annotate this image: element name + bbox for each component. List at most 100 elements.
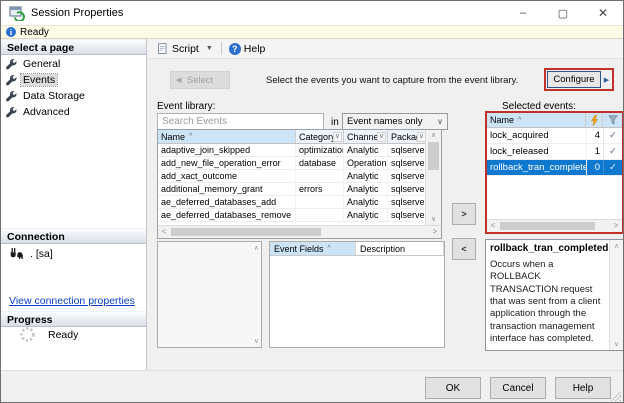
channel-cell: Operational (344, 157, 388, 169)
channel-cell: Analytic (344, 209, 388, 221)
description-body: Occurs when a ROLLBACK TRANSACTION reque… (490, 259, 606, 345)
column-header-package[interactable]: Package ∨ (388, 130, 427, 143)
scroll-up-icon[interactable]: ∧ (254, 244, 259, 252)
scrollbar-thumb[interactable] (428, 142, 439, 170)
package-cell: sqlserver (388, 209, 427, 221)
description-title: rollback_tran_completed (490, 243, 606, 254)
help-button[interactable]: ? Help (226, 42, 269, 56)
search-events-input[interactable] (157, 113, 324, 130)
view-connection-properties-link[interactable]: View connection properties (9, 295, 135, 307)
sidebar: Select a page General Events Data Storag… (1, 39, 147, 370)
configure-button[interactable]: Configure (547, 71, 601, 88)
selected-event-row[interactable]: lock_acquired 4 ✓ (487, 128, 622, 144)
scroll-right-icon[interactable]: > (610, 220, 622, 232)
search-scope-dropdown[interactable]: Event names only ∨ (342, 113, 448, 130)
channel-cell: Analytic (344, 183, 388, 195)
back-arrow-icon: ◀ (176, 76, 181, 84)
sidebar-item-label: Advanced (21, 106, 72, 118)
toolbar: Script ▼ ? Help (148, 39, 624, 59)
configure-highlight-box: Configure ▶ (544, 68, 614, 91)
table-row[interactable]: ae_deferred_databases_remove Analytic sq… (158, 209, 427, 222)
minimize-icon: – (520, 7, 526, 19)
column-header-event-fields[interactable]: Event Fields ^ (270, 242, 356, 255)
column-header-filter[interactable] (603, 113, 622, 127)
page-list: General Events Data Storage Advanced (1, 56, 146, 120)
event-library-label: Event library: (157, 101, 215, 112)
table-row[interactable]: adaptive_join_skipped optimization Analy… (158, 144, 427, 157)
window-title: Session Properties (31, 7, 123, 19)
maximize-icon: ▢ (558, 7, 568, 20)
progress-status: Ready (19, 326, 78, 343)
select-button-disabled[interactable]: ◀ Select (170, 71, 230, 89)
table-row[interactable]: additional_memory_grant errors Analytic … (158, 183, 427, 196)
column-header-category[interactable]: Category ∨ (296, 130, 344, 143)
horizontal-scrollbar[interactable]: < > (487, 219, 622, 232)
selected-events-grid-highlight: Name ^ lock_acquired 4 ✓ lock_released 1… (485, 111, 624, 234)
close-icon: ✕ (598, 6, 608, 20)
cancel-button[interactable]: Cancel (490, 377, 546, 399)
ok-button[interactable]: OK (425, 377, 481, 399)
title-bar: Session Properties – ▢ ✕ (1, 1, 623, 25)
status-bar: i Ready (1, 25, 623, 39)
event-name-cell: add_new_file_operation_error (158, 157, 296, 169)
toolbar-separator (221, 42, 222, 55)
script-dropdown-icon[interactable]: ▼ (202, 45, 217, 52)
scroll-right-icon[interactable]: > (429, 226, 441, 238)
dialog-footer: OK Cancel Help (1, 370, 623, 403)
column-label: Channel (347, 132, 381, 142)
sidebar-item-events[interactable]: Events (1, 72, 146, 88)
scroll-left-icon[interactable]: < (487, 220, 499, 232)
status-text: Ready (20, 27, 49, 38)
sidebar-item-data-storage[interactable]: Data Storage (1, 88, 146, 104)
scroll-down-icon[interactable]: ∨ (254, 337, 259, 345)
horizontal-scrollbar[interactable]: < > (158, 225, 441, 238)
progress-text: Ready (48, 329, 78, 341)
select-a-page-header: Select a page (1, 39, 146, 55)
scroll-down-icon[interactable]: ∨ (610, 340, 623, 348)
event-name-cell: adaptive_join_skipped (158, 144, 296, 156)
selected-event-row-active[interactable]: rollback_tran_completed 0 ✓ (487, 160, 622, 176)
instruction-text: Select the events you want to capture fr… (266, 75, 554, 86)
selected-event-row[interactable]: lock_released 1 ✓ (487, 144, 622, 160)
table-row[interactable]: ae_deferred_databases_add Analytic sqlse… (158, 196, 427, 209)
maximize-button[interactable]: ▢ (543, 1, 583, 25)
vertical-scrollbar[interactable]: ∧ ∨ (609, 240, 623, 350)
event-count-cell: 0 (586, 160, 603, 175)
close-button[interactable]: ✕ (583, 1, 623, 25)
sidebar-item-advanced[interactable]: Advanced (1, 104, 146, 120)
search-scope-value: Event names only (347, 116, 423, 127)
event-name-cell: rollback_tran_completed (487, 160, 586, 175)
help-label: Help (244, 43, 266, 55)
move-right-button[interactable]: > (452, 203, 476, 225)
table-row[interactable]: add_new_file_operation_error database Op… (158, 157, 427, 170)
scrollbar-thumb[interactable] (500, 222, 595, 230)
resize-grip[interactable] (611, 391, 621, 401)
selected-event-description-panel: rollback_tran_completed Occurs when a RO… (485, 239, 624, 351)
forward-arrow-icon: ▶ (601, 76, 612, 84)
column-label: Event Fields (274, 244, 324, 254)
sidebar-item-general[interactable]: General (1, 56, 146, 72)
wrench-icon (6, 91, 17, 102)
script-button[interactable]: Script (154, 42, 202, 56)
help-button-footer[interactable]: Help (555, 377, 611, 399)
column-header-description[interactable]: Description (356, 242, 444, 255)
column-header-name[interactable]: Name ^ (487, 113, 586, 127)
progress-header: Progress (1, 311, 146, 327)
vertical-scrollbar[interactable]: ∧ ∨ (425, 130, 441, 225)
filter-dropdown-icon[interactable]: ∨ (377, 132, 386, 142)
filter-dropdown-icon[interactable]: ∨ (333, 132, 342, 142)
scroll-up-icon[interactable]: ∧ (426, 130, 441, 141)
column-header-name[interactable]: Name ^ (158, 130, 296, 143)
scrollbar-thumb[interactable] (171, 228, 321, 236)
minimize-button[interactable]: – (503, 1, 543, 25)
scroll-left-icon[interactable]: < (158, 226, 170, 238)
category-cell (296, 209, 344, 221)
scroll-up-icon[interactable]: ∧ (610, 242, 623, 250)
table-row[interactable]: add_xact_outcome Analytic sqlserver (158, 170, 427, 183)
category-cell: errors (296, 183, 344, 195)
column-header-channel[interactable]: Channel ∨ (344, 130, 388, 143)
move-left-button[interactable]: < (452, 238, 476, 260)
library-grid-header: Name ^ Category ∨ Channel ∨ Package ∨ (158, 130, 441, 144)
column-header-event-count[interactable] (586, 113, 603, 127)
scroll-down-icon[interactable]: ∨ (426, 214, 441, 225)
